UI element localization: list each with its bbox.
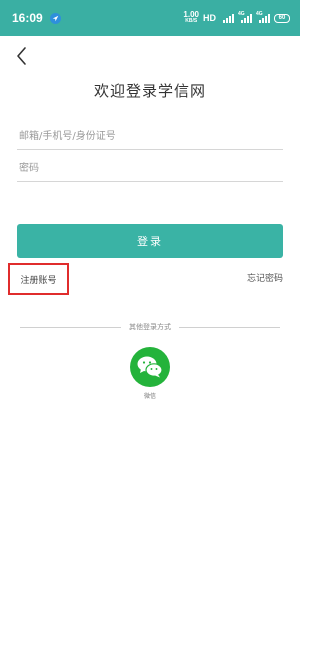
hd-badge: HD: [203, 13, 216, 23]
network-speed-value: 1.00: [183, 10, 199, 19]
wechat-icon: [137, 356, 163, 378]
status-bar: 16:09 1.00 KB/S HD 4G 4G 60: [0, 0, 300, 36]
chevron-left-icon: [17, 47, 26, 65]
back-button[interactable]: [12, 44, 34, 68]
divider-line: [179, 326, 280, 328]
register-account-link[interactable]: 注册账号: [8, 263, 69, 295]
battery-icon: 60: [274, 13, 290, 23]
signal-icon: [220, 13, 234, 23]
network-speed: 1.00 KB/S: [183, 11, 199, 25]
login-button[interactable]: 登录: [17, 224, 283, 258]
divider-line: [20, 326, 121, 328]
status-indicators: 1.00 KB/S HD 4G 4G 60: [183, 11, 290, 25]
register-account-label: 注册账号: [20, 275, 57, 286]
password-input[interactable]: [17, 156, 283, 181]
status-time: 16:09: [12, 11, 43, 25]
battery-level: 60: [278, 14, 286, 21]
wechat-label: 微信: [143, 393, 156, 400]
location-arrow-icon: [49, 12, 61, 24]
other-login-label: 其他登录方式: [129, 323, 171, 331]
wechat-login-button[interactable]: [130, 347, 170, 387]
page-title: 欢迎登录学信网: [93, 82, 206, 100]
account-input[interactable]: [17, 124, 283, 149]
signal-icon: 4G: [256, 11, 270, 23]
forgot-password-link[interactable]: 忘记密码: [247, 271, 283, 284]
password-field: [17, 156, 283, 182]
other-login-divider: 其他登录方式: [20, 320, 280, 334]
account-field: [17, 124, 283, 150]
signal-icon: 4G: [238, 11, 252, 23]
network-speed-unit: KB/S: [185, 18, 198, 24]
